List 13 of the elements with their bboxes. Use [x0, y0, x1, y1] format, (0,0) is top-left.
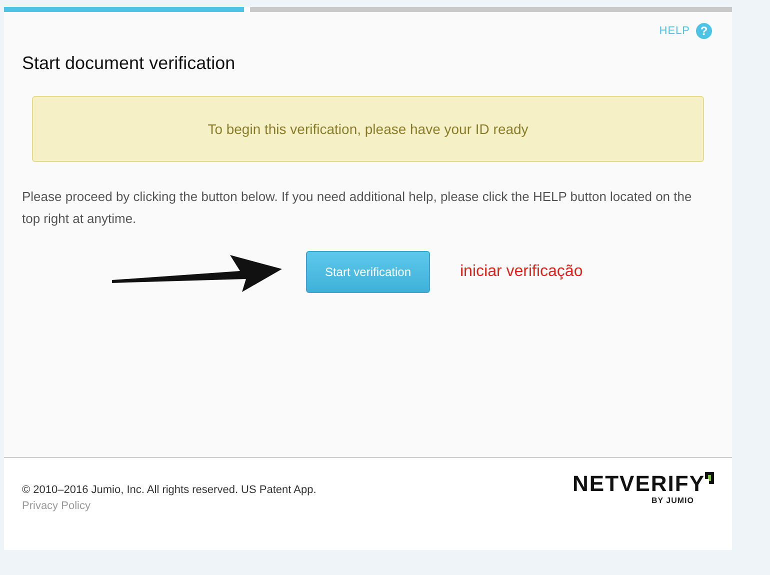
logo-wordmark: NETVERIFY: [572, 472, 705, 496]
page-title: Start document verification: [22, 53, 236, 74]
annotation-text: iniciar verificação: [460, 263, 583, 281]
notice-banner: To begin this verification, please have your ID ready: [32, 96, 704, 162]
logo-byline: BY JUMIO: [651, 496, 694, 505]
help-icon[interactable]: ?: [696, 23, 712, 39]
arrow-icon: [112, 252, 282, 292]
copyright-text: © 2010–2016 Jumio, Inc. All rights reserved. US Patent App.: [22, 484, 316, 496]
instructions-text: Please proceed by clicking the button below. If you need additional help, please click the HELP button located on the top right at anytime.: [22, 188, 693, 228]
privacy-policy-link[interactable]: Privacy Policy: [22, 500, 316, 512]
help-link[interactable]: HELP: [659, 25, 690, 37]
start-verification-button[interactable]: Start verification: [306, 251, 430, 293]
bracket-icon: [705, 472, 714, 484]
